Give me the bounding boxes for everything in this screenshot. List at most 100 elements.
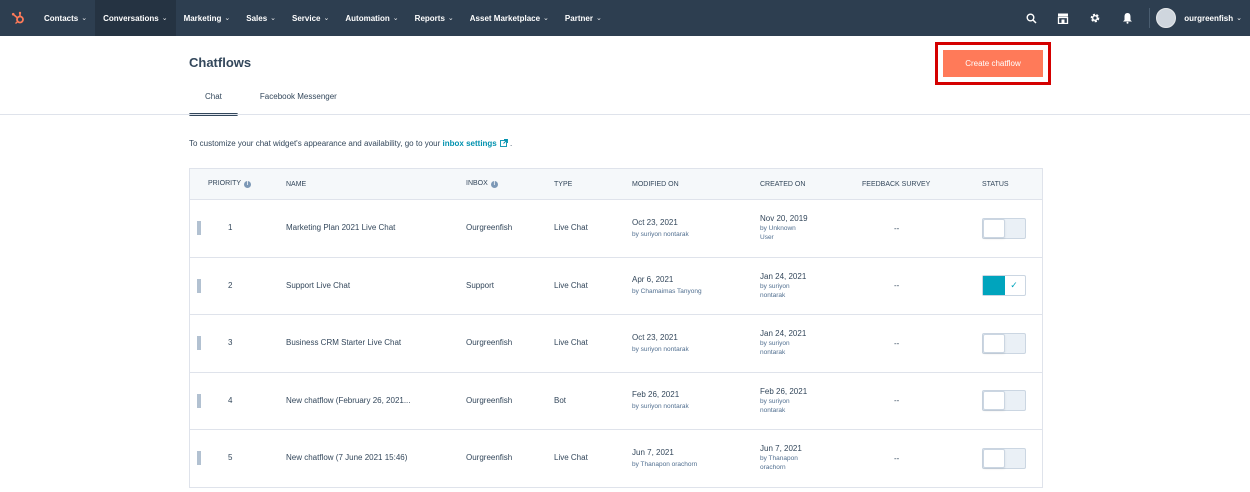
- header-status: STATUS: [982, 180, 1009, 188]
- info-end: .: [510, 139, 513, 148]
- type-cell: Live Chat: [554, 223, 588, 233]
- created-cell: Jan 24, 2021 by suriyon nontarak: [760, 329, 862, 357]
- status-toggle[interactable]: ✓: [982, 275, 1026, 297]
- nav-item-sales[interactable]: Sales ⌄: [238, 0, 284, 36]
- drag-handle-icon[interactable]: [190, 336, 208, 351]
- nav-item-partner[interactable]: Partner ⌄: [557, 0, 610, 36]
- nav-item-asset-marketplace[interactable]: Asset Marketplace ⌄: [462, 0, 557, 36]
- priority-cell: 5: [228, 453, 233, 463]
- table-row[interactable]: 5 New chatflow (7 June 2021 15:46) Ourgr…: [190, 430, 1042, 488]
- tab-facebook-messenger[interactable]: Facebook Messenger: [238, 89, 353, 116]
- chevron-down-icon: ⌄: [1236, 15, 1242, 22]
- chatflow-name-link[interactable]: New chatflow (7 June 2021 15:46): [286, 453, 466, 463]
- tab-chat[interactable]: Chat: [189, 89, 238, 116]
- chevron-down-icon: ⌄: [224, 15, 231, 22]
- status-toggle[interactable]: [982, 332, 1026, 354]
- info-message: To customize your chat widget's appearan…: [189, 139, 512, 149]
- toggle-knob: [983, 391, 1005, 411]
- modified-by: by suriyon nontarak: [632, 403, 689, 411]
- created-date: Jun 7, 2021: [760, 444, 802, 454]
- type-cell: Live Chat: [554, 280, 588, 290]
- type-cell: Bot: [554, 395, 567, 405]
- created-date: Feb 26, 2021: [760, 386, 808, 396]
- external-link-icon[interactable]: [499, 139, 508, 149]
- chevron-down-icon: ⌄: [392, 15, 399, 22]
- header-name[interactable]: NAME: [286, 181, 466, 188]
- search-icon[interactable]: [1015, 0, 1047, 36]
- create-chatflow-button[interactable]: Create chatflow: [943, 50, 1043, 77]
- settings-icon[interactable]: [1079, 0, 1111, 36]
- status-toggle[interactable]: [982, 447, 1026, 469]
- nav-item-label: Conversations: [103, 13, 159, 23]
- notifications-icon[interactable]: [1111, 0, 1143, 36]
- info-icon[interactable]: i: [244, 181, 252, 188]
- drag-handle-icon[interactable]: [190, 221, 208, 236]
- hubspot-logo-icon[interactable]: [0, 0, 36, 36]
- nav-item-contacts[interactable]: Contacts ⌄: [36, 0, 95, 36]
- modified-by: by Thanapon orachorn: [632, 460, 698, 468]
- modified-date: Oct 23, 2021: [632, 332, 678, 342]
- created-by: by suriyon: [760, 340, 790, 348]
- status-cell: [982, 390, 1042, 412]
- nav-item-automation[interactable]: Automation ⌄: [337, 0, 406, 36]
- drag-handle-icon[interactable]: [190, 393, 208, 408]
- chatflow-name-link[interactable]: Marketing Plan 2021 Live Chat: [286, 223, 466, 233]
- modified-by: by suriyon nontarak: [632, 345, 689, 353]
- status-toggle[interactable]: [982, 390, 1026, 412]
- header-created-on[interactable]: CREATED ON: [760, 181, 862, 188]
- header-type[interactable]: TYPE: [554, 181, 632, 188]
- nav-item-marketing[interactable]: Marketing ⌄: [176, 0, 239, 36]
- inbox-cell: Ourgreenfish: [466, 338, 513, 348]
- nav-utilities: ourgreenfish ⌄: [1015, 0, 1250, 36]
- toggle-knob: [983, 218, 1005, 238]
- inbox-cell: Ourgreenfish: [466, 395, 513, 405]
- header-inbox[interactable]: INBOX i: [466, 180, 554, 188]
- feedback-survey-cell: --: [894, 281, 900, 291]
- table-row[interactable]: 2 Support Live Chat Support Live Chat Ap…: [190, 258, 1042, 315]
- modified-date: Apr 6, 2021: [632, 275, 674, 285]
- nav-item-label: Contacts: [44, 13, 79, 23]
- table-body: 1 Marketing Plan 2021 Live Chat Ourgreen…: [190, 200, 1042, 488]
- nav-item-label: Reports: [414, 13, 445, 23]
- nav-item-reports[interactable]: Reports ⌄: [407, 0, 462, 36]
- nav-item-conversations[interactable]: Conversations ⌄: [95, 0, 176, 36]
- created-date: Jan 24, 2021: [760, 271, 807, 281]
- toggle-knob: [983, 333, 1005, 353]
- chatflow-name-link[interactable]: Support Live Chat: [286, 281, 466, 291]
- priority-cell: 2: [228, 280, 233, 290]
- status-cell: [982, 332, 1042, 354]
- created-by: by suriyon: [760, 397, 790, 405]
- nav-item-label: Service: [292, 13, 321, 23]
- type-cell: Live Chat: [554, 338, 588, 348]
- drag-handle-icon[interactable]: [190, 278, 208, 293]
- header-modified-on[interactable]: MODIFIED ON: [632, 181, 760, 188]
- chatflow-name-link[interactable]: Business CRM Starter Live Chat: [286, 338, 466, 348]
- table-row[interactable]: 1 Marketing Plan 2021 Live Chat Ourgreen…: [190, 200, 1042, 258]
- nav-item-service[interactable]: Service ⌄: [284, 0, 337, 36]
- info-icon[interactable]: i: [490, 181, 498, 188]
- header-priority[interactable]: PRIORITY i: [208, 180, 286, 188]
- created-cell: Feb 26, 2021 by suriyon nontarak: [760, 387, 862, 415]
- account-menu[interactable]: ourgreenfish ⌄: [1156, 8, 1250, 28]
- status-cell: [982, 447, 1042, 469]
- created-cell: Nov 20, 2019 by Unknown User: [760, 214, 862, 242]
- inbox-cell: Ourgreenfish: [466, 453, 513, 463]
- created-date: Jan 24, 2021: [760, 329, 807, 339]
- feedback-survey-cell: --: [894, 223, 900, 233]
- drag-handle-icon[interactable]: [190, 451, 208, 466]
- chatflow-name-link[interactable]: New chatflow (February 26, 2021...: [286, 396, 466, 406]
- check-icon: ✓: [1010, 280, 1018, 291]
- table-row[interactable]: 3 Business CRM Starter Live Chat Ourgree…: [190, 315, 1042, 373]
- chevron-down-icon: ⌄: [543, 15, 549, 22]
- status-cell: [982, 217, 1042, 239]
- chatflows-table: PRIORITY i NAME INBOX i TYPE MODIFIED ON C…: [189, 168, 1043, 488]
- created-by: by suriyon: [760, 282, 790, 290]
- status-toggle[interactable]: [982, 217, 1026, 239]
- table-row[interactable]: 4 New chatflow (February 26, 2021... Our…: [190, 373, 1042, 430]
- avatar: [1156, 8, 1177, 28]
- table-header: PRIORITY i NAME INBOX i TYPE MODIFIED ON C…: [190, 169, 1042, 200]
- tab-bar: Chat Facebook Messenger: [189, 89, 353, 116]
- inbox-settings-link[interactable]: inbox settings: [443, 139, 497, 148]
- marketplace-icon[interactable]: [1047, 0, 1079, 36]
- header-feedback-survey: FEEDBACK SURVEY: [862, 180, 931, 188]
